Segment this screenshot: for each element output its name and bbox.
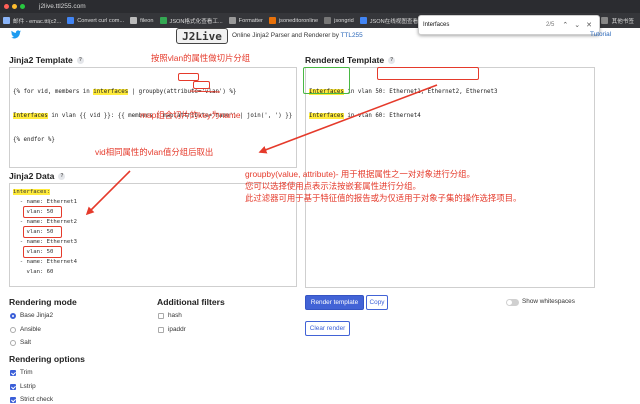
site-tagline: Online Jinja2 Parser and Renderer by TTL… (232, 32, 363, 39)
annotation-explain-1: groupby(value, attribute)- 用于根据属性之一对对象进行… (245, 169, 475, 179)
bookmark-icon (67, 17, 75, 24)
data-line: vlan: 60 (13, 269, 54, 275)
checkbox[interactable] (158, 326, 164, 333)
search-highlight: Interfaces (309, 113, 344, 119)
tutorial-link[interactable]: Tutorial (590, 31, 611, 38)
bookmark-icon (268, 17, 276, 24)
search-highlight: interfaces (93, 89, 129, 95)
bookmark-item[interactable]: Convert curl com... (67, 17, 124, 24)
bookmark-icon (324, 17, 332, 24)
annotation-box-rendered-prefix (303, 67, 350, 94)
find-next-icon[interactable]: ⌄ (574, 21, 580, 29)
ttl255-link[interactable]: TTL255 (341, 32, 363, 39)
radio[interactable] (10, 339, 16, 346)
annotation-groupby: 按照vlan的属性做切片分组 (151, 53, 251, 63)
annotation-vid: vid相同属性的vlan值分组后取出 (95, 147, 214, 157)
help-icon[interactable]: ? (76, 56, 84, 64)
minimize-window-icon[interactable] (12, 4, 17, 9)
mode-salt[interactable]: Salt (10, 339, 31, 346)
bookmark-item[interactable]: Formatter (228, 17, 263, 24)
folder-icon (600, 17, 608, 24)
template-line-3: {% endfor %} (13, 137, 55, 143)
data-line: - name: Ethernet4 (13, 259, 77, 265)
window-controls (4, 4, 25, 9)
checkbox[interactable] (158, 312, 164, 319)
bookmark-item[interactable]: jsongrid (324, 17, 354, 24)
find-close-icon[interactable]: ✕ (586, 21, 592, 29)
checkbox-checked[interactable] (10, 383, 16, 390)
copy-button[interactable]: Copy (366, 295, 388, 310)
bookmark-icon (130, 17, 138, 24)
help-icon[interactable]: ? (388, 56, 396, 64)
find-bar: Interfaces 2/5 ⌃ ⌄ ✕ (418, 15, 600, 35)
checkbox-checked[interactable] (10, 369, 16, 376)
rendering-options-heading: Rendering options (9, 354, 85, 364)
annotation-box-vlan-3 (23, 246, 62, 258)
browser-titlebar: j2live.ttl255.com (0, 0, 640, 13)
data-heading: Jinja2 Data? (9, 171, 66, 181)
rendered-heading: Rendered Template? (305, 55, 396, 65)
annotation-box-vlan50-members (377, 67, 479, 80)
rendered-line-1: Interfaces in vlan 50: Ethernet1, Ethern… (309, 89, 498, 95)
find-previous-icon[interactable]: ⌃ (562, 21, 568, 29)
bookmark-icon (359, 17, 367, 24)
close-window-icon[interactable] (4, 4, 9, 9)
render-template-button[interactable]: Render template (305, 295, 364, 310)
template-line-1: {% for vid, members in interfaces | grou… (13, 89, 237, 95)
twitter-icon[interactable] (11, 30, 21, 39)
bookmark-item[interactable]: JSON在线视图查看... (359, 17, 423, 25)
filter-hash[interactable]: hash (158, 312, 182, 319)
site-logo[interactable]: J2Live (176, 28, 228, 44)
additional-filters-heading: Additional filters (157, 297, 225, 307)
radio-selected[interactable] (10, 312, 16, 319)
filter-ipaddr[interactable]: ipaddr (158, 326, 186, 333)
show-whitespaces-toggle[interactable] (506, 299, 519, 306)
bookmark-item[interactable]: 邮件 - emac.ttl(c2... (3, 17, 61, 25)
show-whitespaces-label: Show whitespaces (522, 298, 575, 305)
annotation-explain-3: 此过滤器可用于基于特征值的报告或为仅适用于对象子集的操作选择项目。 (245, 193, 522, 203)
annotation-map: map组合切片的key为name (140, 110, 241, 120)
bookmark-item[interactable]: JSON格式化查看工... (159, 17, 223, 25)
checkbox-checked[interactable] (10, 396, 16, 403)
radio[interactable] (10, 326, 16, 333)
annotation-box-vlan-2 (23, 226, 62, 238)
other-bookmarks[interactable]: 其他书签 (594, 13, 640, 28)
annotation-explain-2: 您可以选择使用点表示法按嵌套属性进行分组。 (245, 181, 421, 191)
option-trim[interactable]: Trim (10, 369, 33, 376)
find-match-count: 2/5 (546, 22, 555, 28)
bookmark-icon (3, 17, 10, 24)
bookmark-item[interactable]: fileon (130, 17, 154, 24)
help-icon[interactable]: ? (58, 172, 66, 180)
mode-base-jinja2[interactable]: Base Jinja2 (10, 312, 53, 319)
rendering-mode-heading: Rendering mode (9, 297, 77, 307)
page-root: j2live.ttl255.com 邮件 - emac.ttl(c2... Co… (0, 0, 640, 404)
option-strict-check[interactable]: Strict check (10, 396, 53, 403)
maximize-window-icon[interactable] (20, 4, 25, 9)
annotation-box-name-attr (193, 81, 210, 89)
rendered-line-2: Interfaces in vlan 60: Ethernet4 (309, 113, 421, 119)
template-heading: Jinja2 Template? (9, 55, 84, 65)
clear-render-button[interactable]: Clear render (305, 321, 350, 336)
search-highlight: Interfaces (13, 113, 48, 119)
find-input[interactable]: Interfaces (423, 22, 546, 28)
annotation-box-vlan-attr (178, 73, 199, 81)
annotation-box-vlan-1 (23, 206, 62, 218)
bookmark-icon (228, 17, 236, 24)
address-bar[interactable]: j2live.ttl255.com (39, 3, 86, 10)
option-lstrip[interactable]: Lstrip (10, 383, 36, 390)
bookmark-icon (159, 17, 167, 24)
bookmark-item[interactable]: jsoneditoronline (268, 17, 318, 24)
mode-ansible[interactable]: Ansible (10, 326, 41, 333)
